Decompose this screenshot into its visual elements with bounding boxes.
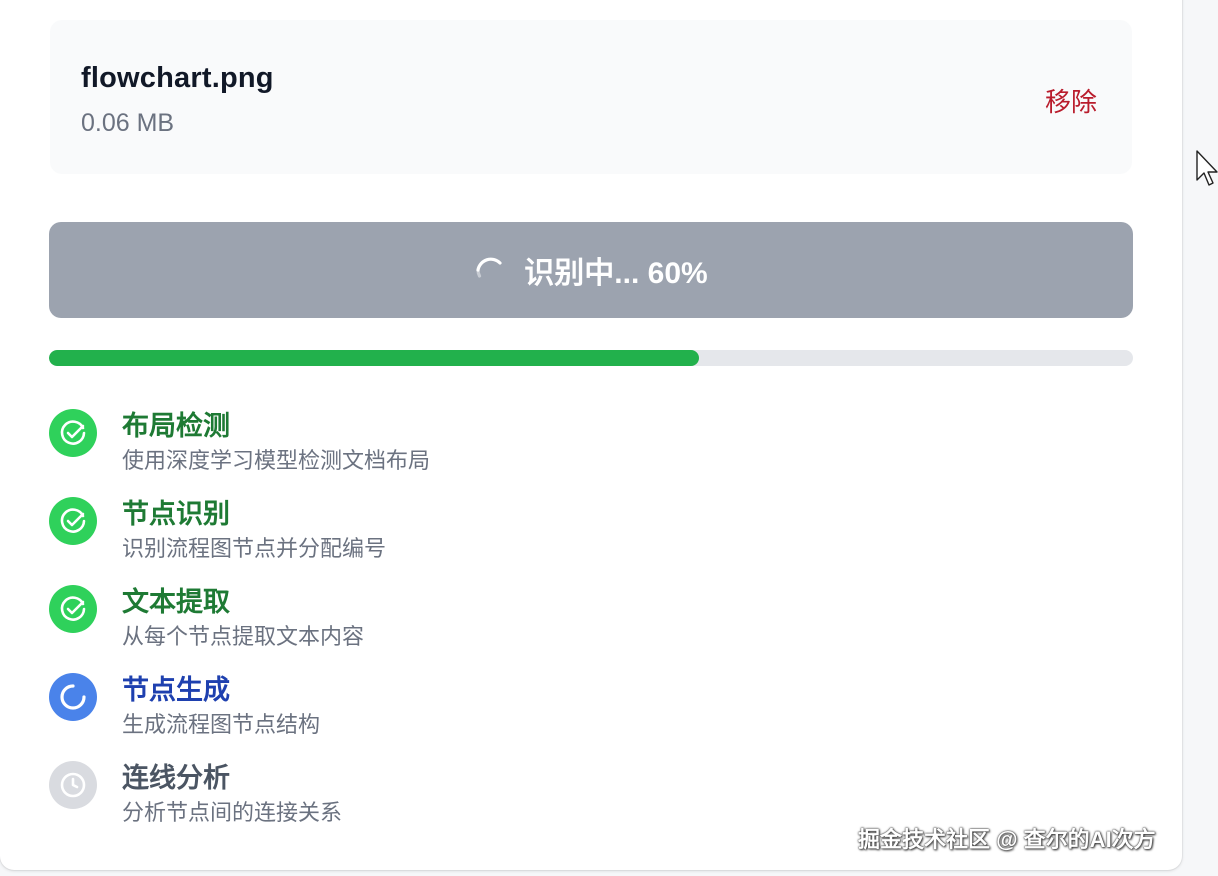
check-circle-icon xyxy=(49,585,97,633)
step-title: 布局检测 xyxy=(122,411,230,441)
progress-bar xyxy=(49,350,1133,366)
progress-bar-fill xyxy=(49,350,700,366)
step-item-layout-detection: 布局检测 使用深度学习模型检测文档布局 xyxy=(49,400,1133,488)
step-list: 布局检测 使用深度学习模型检测文档布局 节点识别 识别流程图节点并分配编号 文本… xyxy=(49,400,1133,840)
step-item-node-generation: 节点生成 生成流程图节点结构 xyxy=(49,664,1133,752)
step-description: 分析节点间的连接关系 xyxy=(122,800,343,825)
step-description: 从每个节点提取文本内容 xyxy=(122,624,365,649)
loading-spinner-icon xyxy=(49,673,97,721)
check-circle-icon xyxy=(49,409,97,457)
step-description: 生成流程图节点结构 xyxy=(122,712,321,737)
file-size: 0.06 MB xyxy=(81,109,175,137)
step-description: 识别流程图节点并分配编号 xyxy=(122,536,387,561)
recognize-button-label: 识别中... 60% xyxy=(524,257,708,290)
step-title: 文本提取 xyxy=(122,587,230,617)
step-title: 节点生成 xyxy=(122,675,230,705)
step-item-text-extraction: 文本提取 从每个节点提取文本内容 xyxy=(49,576,1133,664)
watermark: 掘金技术社区 @ 查尔的AI次方 xyxy=(858,827,1156,852)
clock-icon xyxy=(49,761,97,809)
step-description: 使用深度学习模型检测文档布局 xyxy=(122,448,431,473)
file-name: flowchart.png xyxy=(81,62,274,94)
check-circle-icon xyxy=(49,497,97,545)
remove-file-button[interactable]: 移除 xyxy=(1045,82,1097,119)
recognize-button[interactable]: 识别中... 60% xyxy=(49,222,1133,318)
file-info-box xyxy=(50,20,1132,174)
mouse-cursor-icon xyxy=(1196,150,1218,186)
step-title: 连线分析 xyxy=(122,763,230,793)
step-item-node-recognition: 节点识别 识别流程图节点并分配编号 xyxy=(49,488,1133,576)
loading-spinner-icon xyxy=(474,255,504,285)
step-title: 节点识别 xyxy=(122,499,230,529)
